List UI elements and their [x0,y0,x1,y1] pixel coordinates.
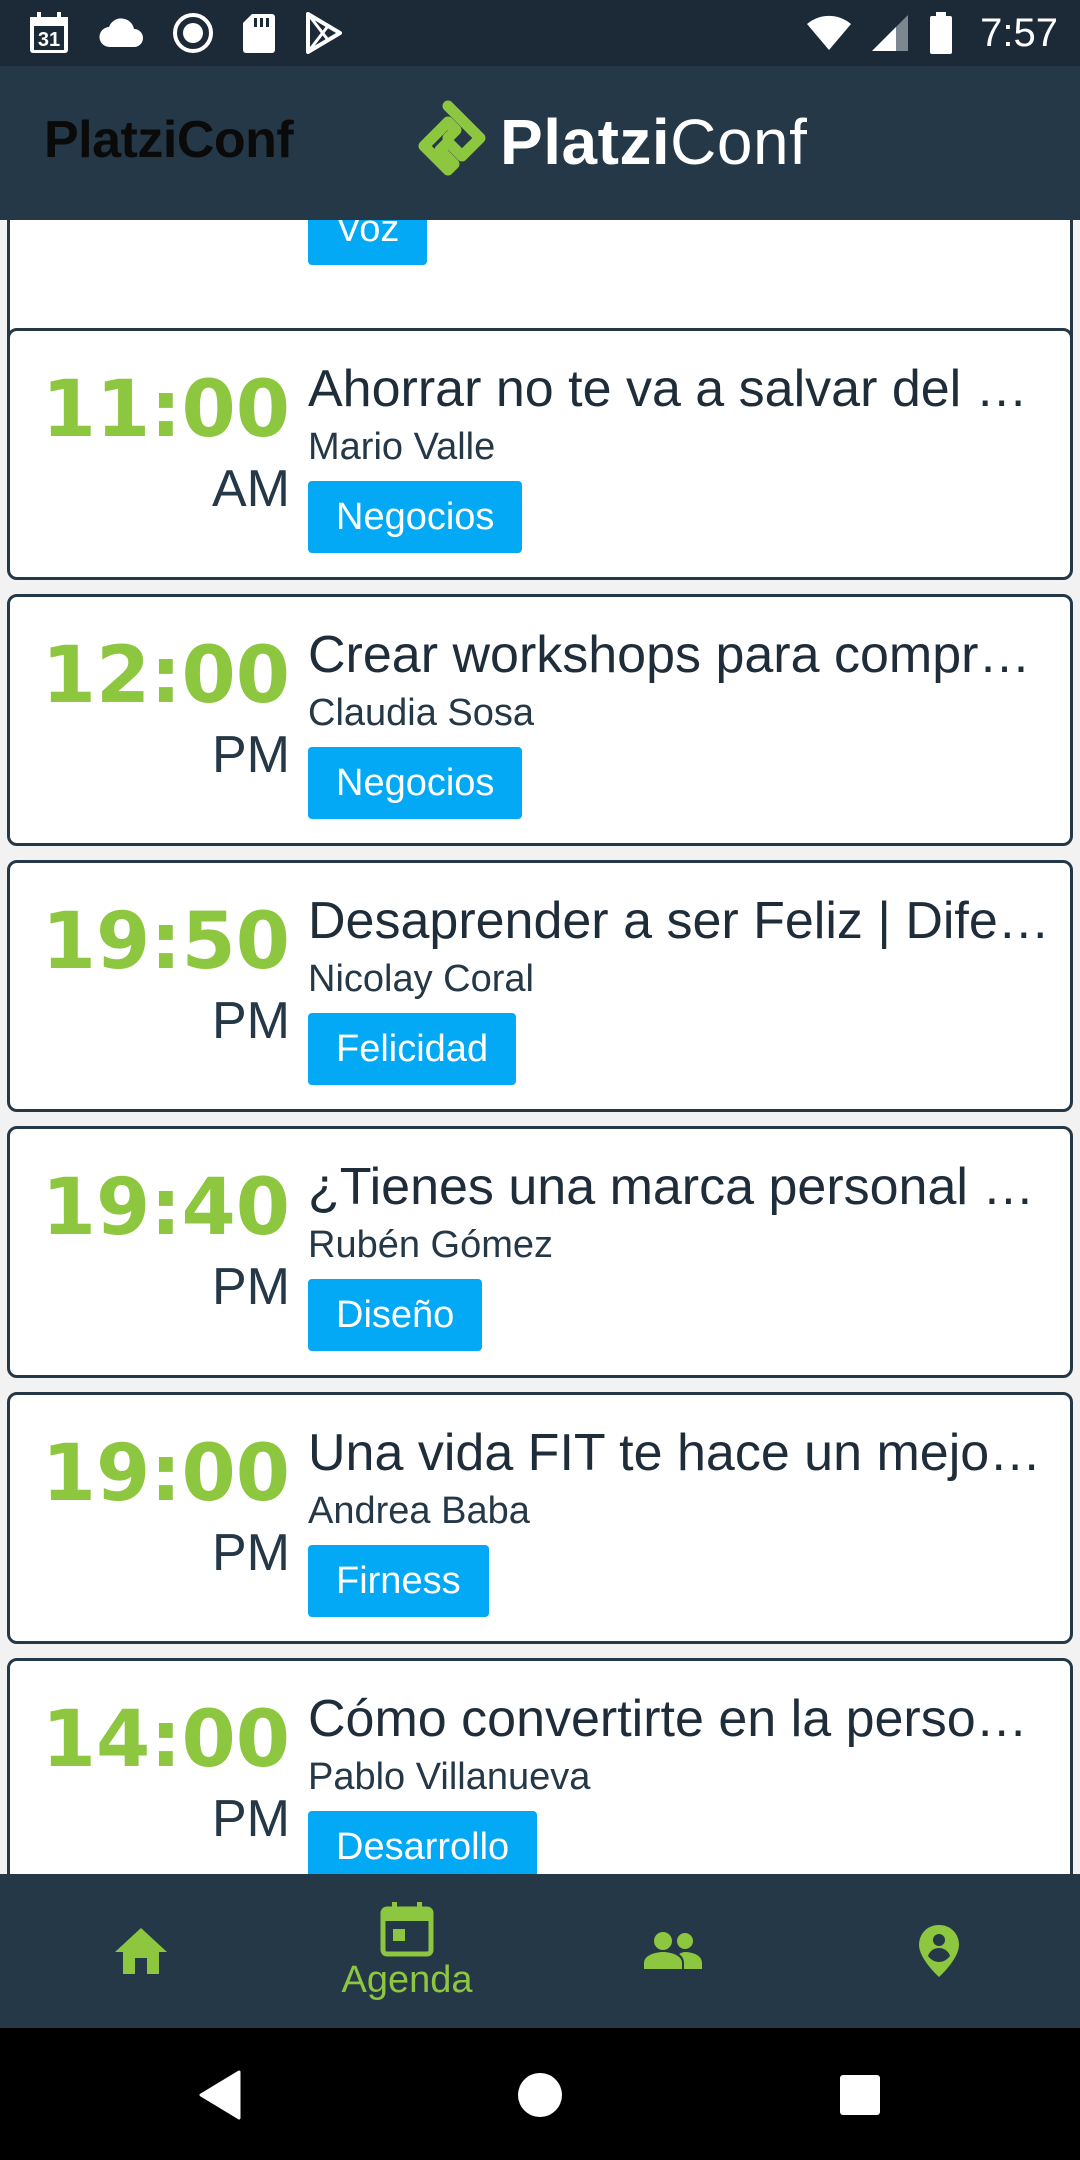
status-notification-icons: 31 [28,10,344,56]
svg-text:31: 31 [38,29,60,51]
talk-ampm: PM [212,1790,290,1848]
cloud-icon [98,17,144,49]
talk-tag: Voz [308,220,428,265]
talk-time: PM [10,220,290,229]
calendar-icon: 31 [28,11,70,55]
talk-speaker: Rubén Gómez [308,1224,554,1266]
app-header: PlatziConf PlatziConf [0,66,1080,220]
talk-title: Una vida FIT te hace un mejo… [308,1424,1042,1482]
bottom-navigation: Agenda [0,1874,1080,2028]
talk-tag: Desarrollo [308,1811,538,1874]
talk-tag: Felicidad [308,1013,517,1085]
platziconf-logo: PlatziConf [410,96,807,188]
battery-icon [928,11,954,55]
talk-details: Cómo convertirte en la perso… Pablo Vill… [308,1687,1060,1874]
logo-text-bold: Platzi [500,106,671,178]
nav-home[interactable] [6,1874,276,2028]
talk-time-value: 14:00 [41,1695,290,1785]
location-pin-icon [917,1923,961,1979]
agenda-card[interactable]: 19:00 PM Una vida FIT te hace un mejo… A… [7,1392,1073,1644]
nav-speakers[interactable] [538,1874,808,2028]
nav-agenda-label: Agenda [341,1958,473,2001]
nav-agenda[interactable]: Agenda [272,1874,542,2028]
status-bar: 31 7:57 [0,0,1080,66]
page-title: PlatziConf [44,111,294,169]
talk-speaker: Andrea Baba [308,1490,530,1532]
talk-time-value: 19:00 [41,1429,290,1519]
talk-title: ¿Tienes una marca personal … [308,1158,1035,1216]
wifi-icon [806,14,852,52]
square-recents-icon [838,2073,882,2117]
talk-details: ¿Tienes una marca personal … Rubén Gómez… [308,1155,1060,1351]
talk-time: 14:00 PM [10,1697,290,1849]
talk-time-value: 19:40 [41,1163,290,1253]
home-icon [113,1926,169,1976]
talk-tag: Negocios [308,747,523,819]
talk-time-value: 11:00 [41,365,290,455]
platzi-logo-icon [410,100,486,184]
talk-details: Una vida FIT te hace un mejo… Andrea Bab… [308,1421,1060,1617]
logo-text: PlatziConf [500,105,807,179]
talk-title: Desaprender a ser Feliz | Dife… [308,892,1050,950]
agenda-card[interactable]: 19:50 PM Desaprender a ser Feliz | Dife…… [7,860,1073,1112]
talk-ampm: PM [212,1258,290,1316]
agenda-list[interactable]: PM Voz 11:00 AM Ahorrar no te va a salva… [0,220,1080,1874]
talk-ampm: PM [10,220,290,229]
nav-location[interactable] [804,1874,1074,2028]
talk-details: Crear workshops para compr… Claudia Sosa… [308,623,1060,819]
talk-ampm: AM [212,460,290,518]
talk-title: Crear workshops para compr… [308,626,1031,684]
talk-title: Cómo convertirte en la perso… [308,1690,1028,1748]
talk-time-value: 19:50 [41,897,290,987]
talk-time: 19:40 PM [10,1165,290,1317]
status-system-icons: 7:57 [806,8,1058,58]
agenda-card[interactable]: 19:40 PM ¿Tienes una marca personal … Ru… [7,1126,1073,1378]
record-icon [172,12,214,54]
talk-tag: Negocios [308,481,523,553]
talk-details: Desaprender a ser Feliz | Dife… Nicolay … [308,889,1060,1085]
talk-ampm: PM [212,992,290,1050]
recents-button[interactable] [815,2050,905,2140]
sd-card-icon [242,12,276,54]
talk-time: 19:00 PM [10,1431,290,1583]
talk-time: 19:50 PM [10,899,290,1051]
talk-title: Ahorrar no te va a salvar del … [308,360,1028,418]
agenda-card[interactable]: 14:00 PM Cómo convertirte en la perso… P… [7,1658,1073,1874]
back-button[interactable] [175,2050,265,2140]
circle-home-icon [516,2071,564,2119]
talk-time-value: 12:00 [41,631,290,721]
talk-time: 11:00 AM [10,367,290,519]
talk-speaker: Claudia Sosa [308,692,535,734]
play-store-icon [304,12,344,54]
talk-ampm: PM [212,726,290,784]
logo-text-light: Conf [670,106,808,178]
back-icon [197,2070,243,2120]
talk-speaker: Nicolay Coral [308,958,534,1000]
agenda-card[interactable]: 12:00 PM Crear workshops para compr… Cla… [7,594,1073,846]
signal-icon [870,13,910,53]
agenda-card[interactable]: 11:00 AM Ahorrar no te va a salvar del …… [7,328,1073,580]
home-button[interactable] [495,2050,585,2140]
calendar-icon [380,1901,434,1957]
talk-details: Voz [308,220,1060,265]
talk-details: Ahorrar no te va a salvar del … Mario Va… [308,357,1060,553]
talk-speaker: Pablo Villanueva [308,1756,591,1798]
talk-tag: Firness [308,1545,489,1617]
system-navigation-bar [0,2028,1080,2160]
status-time: 7:57 [980,10,1058,55]
talk-ampm: PM [212,1524,290,1582]
talk-time: 12:00 PM [10,633,290,785]
talk-speaker: Mario Valle [308,426,496,468]
people-icon [642,1931,704,1971]
talk-tag: Diseño [308,1279,483,1351]
